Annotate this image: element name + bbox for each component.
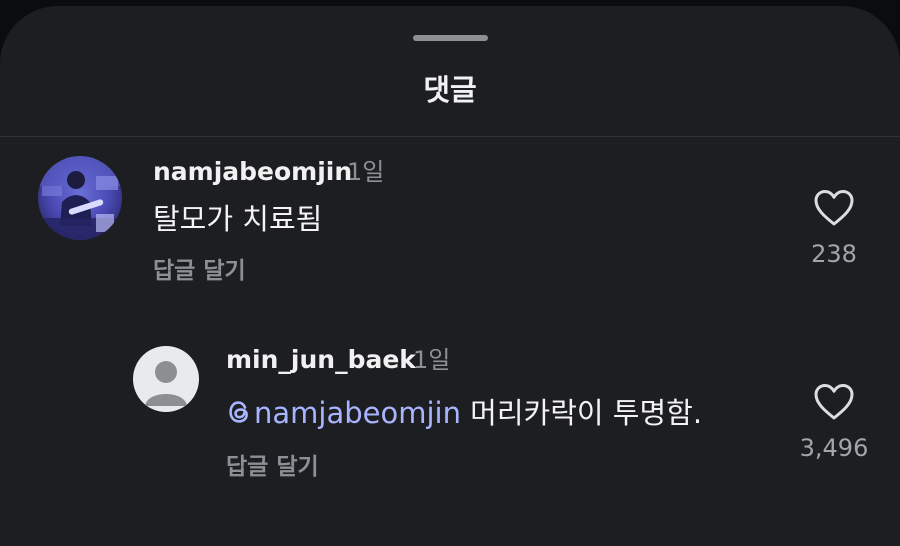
like-button[interactable] (812, 188, 856, 228)
comments-sheet: 댓글 namjabeomjin 1일 탈모가 치료됨 답글 달기 238 min… (0, 6, 900, 546)
profile-photo (38, 156, 122, 240)
heart-outline-icon (814, 190, 854, 226)
comment-time: 1일 (347, 158, 385, 186)
mention-username: namjabeomjin (254, 396, 461, 430)
like-count: 238 (811, 240, 857, 268)
comment-text: namjabeomjin 머리카락이 투명함. (226, 394, 702, 432)
reply-button[interactable]: 답글 달기 (226, 452, 319, 482)
comment-text-body: 머리카락이 투명함. (460, 396, 703, 430)
comment-time: 1일 (413, 346, 451, 374)
default-avatar-icon (133, 346, 199, 412)
header-divider (0, 136, 900, 137)
comment-username[interactable]: min_jun_baek (226, 344, 416, 376)
like-button[interactable] (812, 382, 856, 422)
mention-link[interactable]: namjabeomjin (226, 396, 461, 430)
heart-outline-icon (814, 384, 854, 420)
like-count: 3,496 (799, 434, 869, 462)
avatar[interactable] (38, 156, 122, 240)
reply-button[interactable]: 답글 달기 (153, 256, 246, 286)
comment-username[interactable]: namjabeomjin (153, 156, 352, 188)
avatar[interactable] (133, 346, 199, 412)
sheet-drag-handle[interactable] (413, 35, 488, 41)
threads-at-icon (229, 401, 248, 423)
comment-text: 탈모가 치료됨 (153, 202, 323, 236)
sheet-title: 댓글 (423, 73, 477, 107)
